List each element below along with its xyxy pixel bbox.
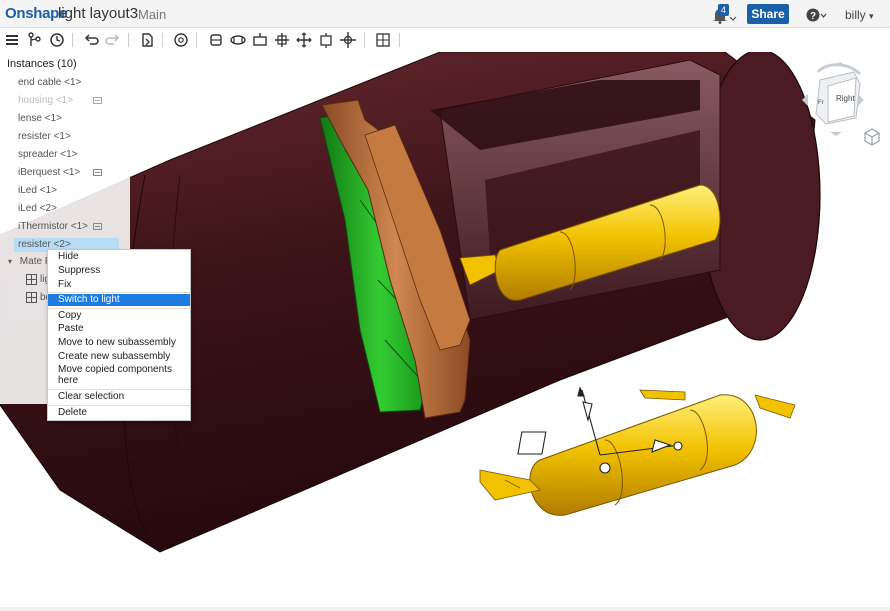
view-cube-right-face[interactable]: Right bbox=[836, 94, 855, 103]
menu-item-create-new-subassembly[interactable]: Create new subassembly bbox=[48, 351, 190, 363]
mate-features-group[interactable]: ▾ Mate F bbox=[8, 256, 51, 267]
mate-connector-icon[interactable] bbox=[172, 31, 190, 49]
view-cube[interactable] bbox=[798, 58, 870, 142]
menu-icon[interactable] bbox=[4, 31, 22, 49]
menu-item-paste[interactable]: Paste bbox=[48, 323, 190, 335]
instance-item[interactable]: spreader <1> bbox=[18, 148, 78, 162]
document-name[interactable]: light layout3 bbox=[58, 5, 138, 22]
menu-item-copy[interactable]: Copy bbox=[48, 310, 190, 322]
mate-icon bbox=[26, 292, 37, 303]
toolbar-divider bbox=[399, 33, 400, 47]
app-window: Onshape light layout3 Main 4 Share ? bil… bbox=[0, 0, 890, 611]
toolbar-divider bbox=[196, 33, 197, 47]
menu-item-delete[interactable]: Delete bbox=[48, 407, 190, 419]
menu-item-fix[interactable]: Fix bbox=[48, 279, 190, 291]
feature-tree-icon[interactable] bbox=[26, 31, 44, 49]
user-menu[interactable]: billy ▾ bbox=[845, 8, 874, 22]
svg-text:?: ? bbox=[810, 11, 816, 22]
menu-separator bbox=[48, 389, 190, 390]
help-icon[interactable]: ? bbox=[806, 7, 828, 23]
instance-item[interactable]: iLed <2> bbox=[18, 202, 57, 216]
assembly-icon bbox=[93, 223, 102, 230]
menu-separator bbox=[48, 292, 190, 293]
menu-item-hide[interactable]: Hide bbox=[48, 251, 190, 263]
ball-mate-icon[interactable] bbox=[339, 31, 357, 49]
instance-item[interactable]: resister <1> bbox=[18, 130, 71, 144]
hidden-eye-icon[interactable] bbox=[93, 97, 102, 104]
undo-icon[interactable] bbox=[82, 31, 100, 49]
instance-item[interactable]: iBerquest <1> bbox=[18, 166, 80, 180]
toolbar-divider bbox=[162, 33, 163, 47]
revolute-mate-icon[interactable] bbox=[229, 31, 247, 49]
notification-count-badge: 4 bbox=[718, 4, 730, 16]
menu-item-move-to-new-subassembly[interactable]: Move to new subassembly bbox=[48, 337, 190, 349]
menu-item-move-copied-components[interactable]: Move copied components here bbox=[48, 364, 178, 386]
instance-item[interactable]: iLed <1> bbox=[18, 184, 57, 198]
user-caret-icon: ▾ bbox=[869, 11, 874, 21]
menu-item-suppress[interactable]: Suppress bbox=[48, 265, 190, 277]
toolbar bbox=[0, 28, 890, 52]
instances-panel-title: Instances (10) bbox=[7, 58, 77, 70]
instance-item[interactable]: end cable <1> bbox=[18, 76, 81, 90]
instance-item[interactable]: housing <1> bbox=[18, 94, 73, 108]
menu-item-switch-to-light[interactable]: Switch to light bbox=[48, 294, 190, 306]
explode-icon[interactable] bbox=[374, 31, 392, 49]
redo-icon[interactable] bbox=[104, 31, 122, 49]
assembly-icon bbox=[93, 169, 102, 176]
menu-separator bbox=[48, 405, 190, 406]
slider-mate-icon[interactable] bbox=[251, 31, 269, 49]
history-icon[interactable] bbox=[48, 31, 66, 49]
mate-icon bbox=[26, 274, 37, 285]
planar-mate-icon[interactable] bbox=[273, 31, 291, 49]
fastened-mate-icon[interactable] bbox=[207, 31, 225, 49]
insert-icon[interactable] bbox=[138, 31, 156, 49]
instance-item[interactable]: iThermistor <1> bbox=[18, 220, 88, 234]
top-bar: Onshape light layout3 Main 4 Share ? bil… bbox=[0, 0, 890, 28]
cylindrical-mate-icon[interactable] bbox=[295, 31, 313, 49]
view-cube-front-face[interactable]: Fr bbox=[818, 100, 824, 106]
bottom-tab-strip bbox=[0, 607, 890, 611]
toolbar-divider bbox=[72, 33, 73, 47]
collapse-chevron-icon[interactable]: ▾ bbox=[8, 257, 12, 266]
toolbar-divider bbox=[364, 33, 365, 47]
menu-separator bbox=[48, 308, 190, 309]
menu-item-clear-selection[interactable]: Clear selection bbox=[48, 391, 190, 403]
view-options-cube-icon[interactable] bbox=[863, 127, 881, 147]
share-button[interactable]: Share bbox=[747, 4, 789, 24]
workspace-name[interactable]: Main bbox=[138, 7, 166, 22]
context-menu: Hide Suppress Fix Switch to light Copy P… bbox=[47, 249, 191, 421]
instance-item[interactable]: lense <1> bbox=[18, 112, 62, 126]
user-name: billy bbox=[845, 8, 866, 22]
toolbar-divider bbox=[128, 33, 129, 47]
pin-slot-mate-icon[interactable] bbox=[317, 31, 335, 49]
